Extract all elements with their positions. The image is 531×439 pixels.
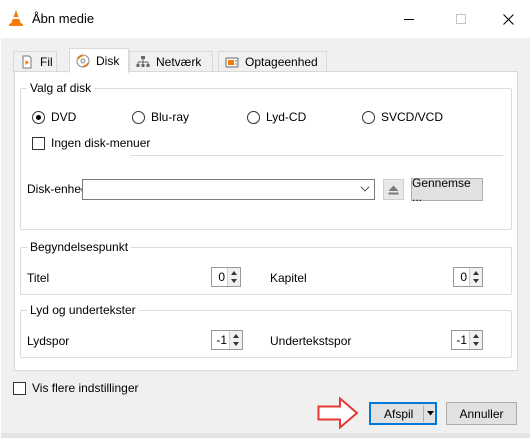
tab-file-label: Fil bbox=[40, 55, 53, 69]
split-divider bbox=[423, 405, 424, 422]
no-disc-menus-checkbox[interactable]: Ingen disk-menuer bbox=[32, 136, 150, 150]
chapter-spinbox[interactable]: 0 bbox=[453, 267, 483, 287]
tab-capture-device-label: Optageenhed bbox=[245, 55, 318, 69]
close-icon bbox=[502, 13, 514, 25]
spin-down-icon[interactable] bbox=[231, 279, 237, 283]
disc-device-combobox[interactable] bbox=[82, 179, 375, 200]
disc-selection-title: Valg af disk bbox=[27, 81, 95, 95]
minimize-icon bbox=[404, 18, 414, 20]
radio-bluray[interactable]: Blu-ray bbox=[132, 110, 189, 124]
eject-icon bbox=[388, 185, 399, 194]
audio-track-spin-arrows[interactable] bbox=[229, 331, 242, 349]
tab-disc-label: Disk bbox=[96, 54, 120, 68]
tab-network-label: Netværk bbox=[156, 55, 202, 69]
spin-up-icon[interactable] bbox=[473, 271, 479, 275]
title-value: 0 bbox=[218, 270, 225, 284]
tab-network[interactable]: Netværk bbox=[129, 51, 213, 72]
spin-down-icon[interactable] bbox=[473, 342, 479, 346]
starting-position-title: Begyndelsespunkt bbox=[27, 240, 132, 254]
play-button-label: Afspil bbox=[384, 407, 414, 421]
radio-svcd-vcd-label: SVCD/VCD bbox=[381, 110, 444, 124]
annotation-arrow-icon bbox=[317, 397, 359, 429]
show-more-options-checkbox[interactable]: Vis flere indstillinger bbox=[13, 381, 139, 395]
title-spinbox[interactable]: 0 bbox=[211, 267, 241, 287]
audio-track-value: -1 bbox=[216, 333, 227, 347]
radio-audio-cd-indicator[interactable] bbox=[247, 110, 260, 124]
chevron-down-icon[interactable] bbox=[360, 182, 370, 192]
disc-icon bbox=[76, 54, 90, 68]
dialog-body: Fil Disk Netværk Optageenhed Valg af dis… bbox=[1, 38, 530, 438]
audio-track-spinbox[interactable]: -1 bbox=[211, 330, 243, 350]
subtitle-track-value: -1 bbox=[456, 333, 467, 347]
browse-button-label: Gennemse ... bbox=[412, 175, 471, 204]
radio-dvd-label: DVD bbox=[51, 110, 77, 124]
vlc-cone-icon bbox=[9, 10, 23, 26]
show-more-options-box[interactable] bbox=[13, 381, 26, 395]
file-icon bbox=[22, 55, 32, 69]
tab-panel-disc: Valg af disk DVD Blu-ray Lyd-CD SVCD/VCD… bbox=[14, 71, 518, 371]
subtitle-track-spinbox[interactable]: -1 bbox=[451, 330, 483, 350]
chapter-label: Kapitel bbox=[270, 271, 307, 285]
close-button[interactable] bbox=[485, 0, 531, 38]
window-title: Åbn medie bbox=[32, 11, 95, 26]
starting-position-group: Begyndelsespunkt Titel 0 Kapitel 0 bbox=[20, 240, 512, 295]
title-bar[interactable]: Åbn medie bbox=[0, 0, 531, 38]
no-disc-menus-label: Ingen disk-menuer bbox=[51, 136, 151, 150]
radio-svcd-vcd-indicator[interactable] bbox=[362, 110, 375, 124]
radio-audio-cd-label: Lyd-CD bbox=[266, 110, 307, 124]
spin-down-icon[interactable] bbox=[233, 342, 239, 346]
audio-track-label: Lydspor bbox=[27, 334, 70, 348]
radio-bluray-indicator[interactable] bbox=[132, 110, 145, 124]
radio-svcd-vcd[interactable]: SVCD/VCD bbox=[362, 110, 443, 124]
dropdown-arrow-icon[interactable] bbox=[427, 411, 434, 416]
radio-bluray-label: Blu-ray bbox=[151, 110, 190, 124]
maximize-icon bbox=[456, 14, 466, 24]
title-label: Titel bbox=[27, 271, 50, 285]
disc-device-label: Disk-enhed bbox=[27, 182, 88, 196]
eject-button[interactable] bbox=[383, 179, 404, 200]
radio-dvd-indicator[interactable] bbox=[32, 110, 45, 124]
no-disc-menus-box[interactable] bbox=[32, 136, 45, 150]
spin-up-icon[interactable] bbox=[231, 271, 237, 275]
play-button[interactable]: Afspil bbox=[369, 402, 437, 425]
tab-disc[interactable]: Disk bbox=[69, 48, 129, 73]
title-spin-arrows[interactable] bbox=[227, 268, 240, 286]
browse-button[interactable]: Gennemse ... bbox=[411, 175, 483, 204]
radio-dvd[interactable]: DVD bbox=[32, 110, 76, 124]
radio-audio-cd[interactable]: Lyd-CD bbox=[247, 110, 306, 124]
show-more-options-label: Vis flere indstillinger bbox=[32, 381, 139, 395]
chapter-spin-arrows[interactable] bbox=[469, 268, 482, 286]
spin-down-icon[interactable] bbox=[473, 279, 479, 283]
tab-capture-device[interactable]: Optageenhed bbox=[218, 51, 327, 72]
spin-up-icon[interactable] bbox=[473, 334, 479, 338]
maximize-button[interactable] bbox=[438, 0, 484, 38]
subtitle-track-spin-arrows[interactable] bbox=[469, 331, 482, 349]
chapter-value: 0 bbox=[460, 270, 467, 284]
divider bbox=[130, 155, 503, 156]
cancel-button[interactable]: Annuller bbox=[446, 402, 517, 425]
subtitle-track-label: Undertekstspor bbox=[270, 334, 352, 348]
disc-selection-group: Valg af disk DVD Blu-ray Lyd-CD SVCD/VCD… bbox=[20, 81, 512, 230]
minimize-button[interactable] bbox=[386, 0, 432, 38]
audio-subtitles-title: Lyd og undertekster bbox=[27, 303, 139, 317]
spin-up-icon[interactable] bbox=[233, 334, 239, 338]
bottom-edge bbox=[1, 433, 530, 438]
tab-file[interactable]: Fil bbox=[13, 51, 57, 72]
audio-subtitles-group: Lyd og undertekster Lydspor -1 Underteks… bbox=[20, 303, 512, 358]
network-icon bbox=[136, 56, 150, 67]
cancel-button-label: Annuller bbox=[459, 406, 504, 421]
capture-device-icon bbox=[225, 57, 239, 68]
